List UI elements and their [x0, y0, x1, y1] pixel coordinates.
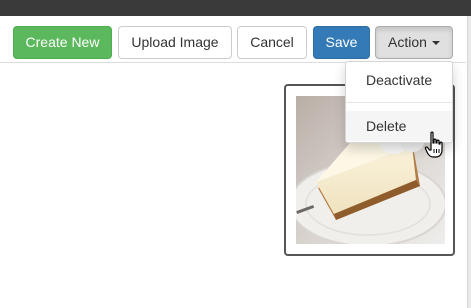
action-dropdown-button[interactable]: Action: [375, 26, 453, 59]
menu-item-deactivate[interactable]: Deactivate: [346, 65, 452, 95]
chevron-down-icon: [431, 41, 440, 46]
save-button[interactable]: Save: [313, 26, 370, 59]
top-bar: [0, 0, 471, 16]
toolbar: Create New Upload Image Cancel Save Acti…: [0, 16, 466, 63]
create-new-button[interactable]: Create New: [13, 26, 112, 59]
menu-divider: [346, 102, 452, 103]
upload-image-button[interactable]: Upload Image: [118, 26, 232, 59]
upload-image-label: Upload Image: [131, 34, 219, 50]
action-label: Action: [388, 34, 427, 50]
hand-pointer-icon: [424, 131, 446, 159]
cancel-label: Cancel: [250, 34, 294, 50]
save-label: Save: [325, 34, 358, 50]
create-new-label: Create New: [25, 34, 100, 50]
scrollbar[interactable]: [467, 16, 471, 308]
cancel-button[interactable]: Cancel: [237, 26, 307, 59]
